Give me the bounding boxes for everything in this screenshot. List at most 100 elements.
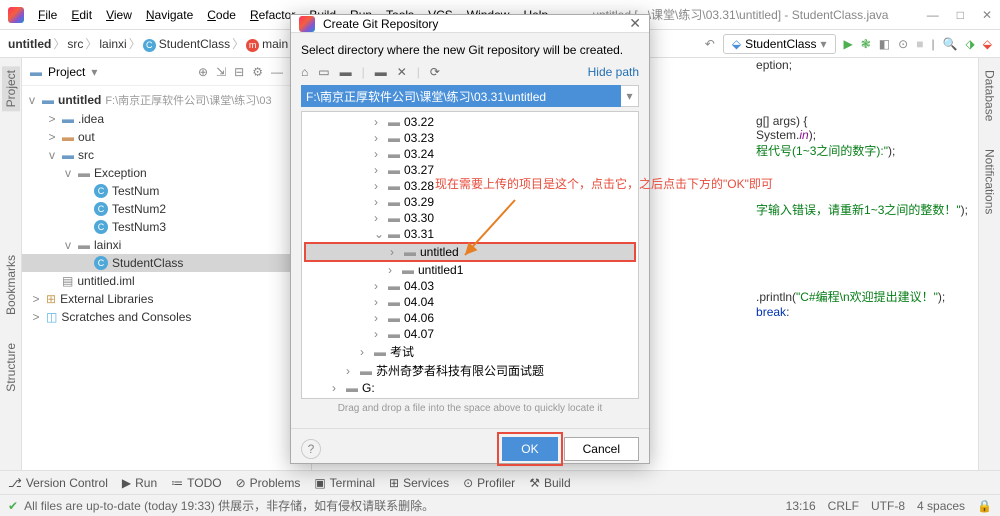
tree-node[interactable]: CTestNum3 [22,218,311,236]
line-separator[interactable]: CRLF [828,499,859,513]
settings-icon[interactable]: ⚙ [252,65,263,79]
menu-view[interactable]: View [100,5,138,25]
tree-node[interactable]: v▬lainxi [22,236,311,254]
directory-tree[interactable]: ›▬03.22›▬03.23›▬03.24›▬03.27›▬03.28 ›▬03.… [301,111,639,399]
expand-icon[interactable]: ⇲ [216,65,226,79]
expand-arrow-icon[interactable]: › [360,345,370,359]
expand-arrow-icon[interactable]: v [62,238,74,252]
directory-node[interactable]: ›▬03.23 [304,130,636,146]
close-icon[interactable]: ✕ [982,8,992,22]
expand-arrow-icon[interactable]: > [30,292,42,306]
tree-node[interactable]: >⊞External Libraries [22,290,311,308]
tree-node[interactable]: >▬out [22,128,311,146]
expand-arrow-icon[interactable]: › [374,131,384,145]
directory-node[interactable]: ›▬03.30 [304,210,636,226]
help-icon[interactable]: ? [301,439,321,459]
directory-node[interactable]: ›▬untitled1 [304,262,636,278]
expand-arrow-icon[interactable]: › [374,295,384,309]
directory-node[interactable]: ⌄▬03.31 [304,226,636,242]
refresh-icon[interactable]: ⟳ [430,65,440,79]
path-dropdown-icon[interactable]: ▾ [621,85,639,107]
settings-icon[interactable]: ⬗ [966,37,975,51]
tool-services[interactable]: ⊞Services [389,476,449,490]
coverage-icon[interactable]: ◧ [879,37,890,51]
tree-node[interactable]: ▤untitled.iml [22,272,311,290]
expand-arrow-icon[interactable]: › [374,327,384,341]
select-opened-icon[interactable]: ⊕ [198,65,208,79]
expand-arrow-icon[interactable]: › [374,163,384,177]
run-config-dropdown[interactable]: ⬙ StudentClass ▾ [723,34,836,54]
expand-arrow-icon[interactable]: › [374,179,384,193]
directory-node[interactable]: ›▬04.06 [304,310,636,326]
breadcrumb-item[interactable]: CStudentClass [143,37,230,51]
tree-node[interactable]: v▬src [22,146,311,164]
indent-info[interactable]: 4 spaces [917,499,965,513]
home-icon[interactable]: ⌂ [301,65,308,79]
menu-file[interactable]: File [32,5,63,25]
directory-node[interactable]: ›▬03.28 [304,178,636,194]
directory-node[interactable]: ›▬G: [304,380,636,396]
minimize-icon[interactable]: — [927,8,939,22]
expand-arrow-icon[interactable]: › [390,245,400,259]
path-input[interactable] [301,85,621,107]
ok-button[interactable]: OK [502,437,557,461]
hide-path-link[interactable]: Hide path [588,65,639,79]
tab-bookmarks[interactable]: Bookmarks [2,251,20,319]
cursor-position[interactable]: 13:16 [786,499,816,513]
tool-run[interactable]: ▶Run [122,476,157,490]
hide-icon[interactable]: — [271,65,283,79]
expand-arrow-icon[interactable]: › [374,279,384,293]
expand-arrow-icon[interactable]: › [374,147,384,161]
delete-icon[interactable]: ✕ [397,65,407,79]
breadcrumb-item[interactable]: src [67,37,83,51]
directory-node[interactable]: ›▬04.03 [304,278,636,294]
breadcrumb-item[interactable]: untitled [8,37,51,51]
breadcrumb-item[interactable]: lainxi [99,37,126,51]
tree-node[interactable]: >▬.idea [22,110,311,128]
expand-arrow-icon[interactable]: > [30,310,42,324]
tool-terminal[interactable]: ▣Terminal [314,476,375,490]
maximize-icon[interactable]: □ [957,8,964,22]
project-tree[interactable]: v ▬ untitled F:\南京正厚软件公司\课堂\练习\03 >▬.ide… [22,86,311,470]
directory-node[interactable]: ›▬03.27 [304,162,636,178]
cancel-button[interactable]: Cancel [564,437,639,461]
menu-edit[interactable]: Edit [65,5,98,25]
project-icon[interactable]: ▬ [340,65,352,79]
directory-node[interactable]: ›▬04.07 [304,326,636,342]
tab-project[interactable]: Project [2,66,20,111]
expand-arrow-icon[interactable]: › [388,263,398,277]
desktop-icon[interactable]: ▭ [318,65,329,79]
tool-profiler[interactable]: ⊙Profiler [463,476,515,490]
search-icon[interactable]: 🔍 [943,37,958,51]
tab-database[interactable]: Database [981,66,999,125]
directory-node[interactable]: ›▬苏州奇梦者科技有限公司面试题 [304,361,636,380]
back-icon[interactable]: ↶ [705,37,715,51]
collapse-icon[interactable]: ⊟ [234,65,244,79]
expand-arrow-icon[interactable]: › [374,115,384,129]
tree-node[interactable]: CTestNum2 [22,200,311,218]
expand-arrow-icon[interactable]: v [62,166,74,180]
expand-arrow-icon[interactable]: > [46,112,58,126]
directory-node[interactable]: ›▬untitled [304,242,636,262]
menu-navigate[interactable]: Navigate [140,5,199,25]
expand-arrow-icon[interactable]: › [374,195,384,209]
directory-node[interactable]: ›▬考试 [304,342,636,361]
more-icon[interactable]: ⬙ [983,37,992,51]
tool-build[interactable]: ⚒Build [529,476,570,490]
breadcrumb-item[interactable]: mmain [246,37,288,51]
expand-arrow-icon[interactable]: ⌄ [374,227,384,241]
expand-arrow-icon[interactable]: › [374,211,384,225]
stop-icon[interactable]: ■ [916,37,923,51]
project-root[interactable]: v ▬ untitled F:\南京正厚软件公司\课堂\练习\03 [22,90,311,110]
menu-code[interactable]: Code [201,5,242,25]
directory-node[interactable]: ›▬03.22 [304,114,636,130]
run-icon[interactable]: ▶ [844,37,853,51]
tree-node[interactable]: CStudentClass [22,254,311,272]
tree-node[interactable]: >◫Scratches and Consoles [22,308,311,326]
tab-notifications[interactable]: Notifications [981,145,999,218]
file-encoding[interactable]: UTF-8 [871,499,905,513]
directory-node[interactable]: ›▬03.24 [304,146,636,162]
new-folder-icon[interactable]: ▬ [375,65,387,79]
tool-problems[interactable]: ⊘Problems [236,476,301,490]
expand-arrow-icon[interactable]: › [332,381,342,395]
